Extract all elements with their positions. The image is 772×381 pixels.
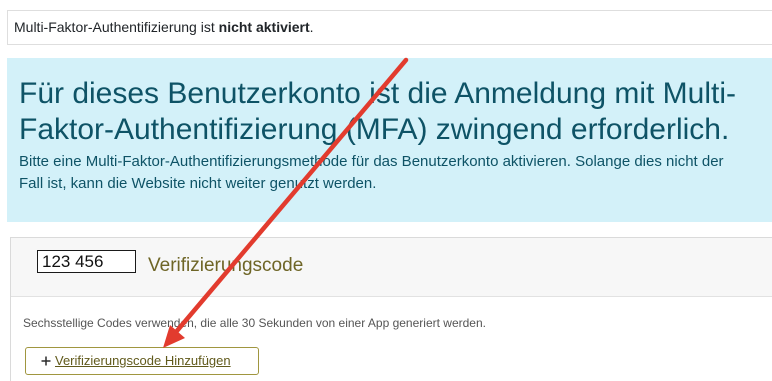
verification-code-method-card: 123 456 Verifizierungscode Sechsstellige… [10,237,772,381]
add-verification-code-label[interactable]: Verifizierungscode Hinzufügen [55,353,231,369]
alert-message-line: Bitte eine Multi-Faktor-Authentifizierun… [19,153,724,170]
alert-heading: Für dieses Benutzerkonto ist die Anmeldu… [19,76,736,148]
alert-message: Bitte eine Multi-Faktor-Authentifizierun… [19,151,724,195]
mfa-status-notice: Multi-Faktor-Authentifizierung ist nicht… [7,10,772,45]
method-description: Sechsstellige Codes verwenden, die alle … [23,316,486,330]
code-sample-badge: 123 456 [37,250,136,273]
alert-heading-line: Für dieses Benutzerkonto ist die Anmeldu… [19,77,736,110]
alert-message-line: Fall ist, kann die Website nicht weiter … [19,175,377,192]
mfa-status-text: Multi-Faktor-Authentifizierung ist [14,19,215,35]
mfa-status-period: . [309,19,314,35]
mfa-status-value: nicht aktiviert [218,19,310,35]
card-title: Verifizierungscode [148,255,304,276]
plus-icon-graphic [41,356,51,366]
card-header: 123 456 Verifizierungscode [11,238,772,297]
mfa-required-alert: Für dieses Benutzerkonto ist die Anmeldu… [7,58,772,222]
alert-heading-line: Faktor-Authentifizierung (MFA) zwingend … [19,113,730,146]
plus-icon[interactable] [41,356,51,366]
add-verification-code-button[interactable]: Verifizierungscode Hinzufügen [25,347,259,375]
